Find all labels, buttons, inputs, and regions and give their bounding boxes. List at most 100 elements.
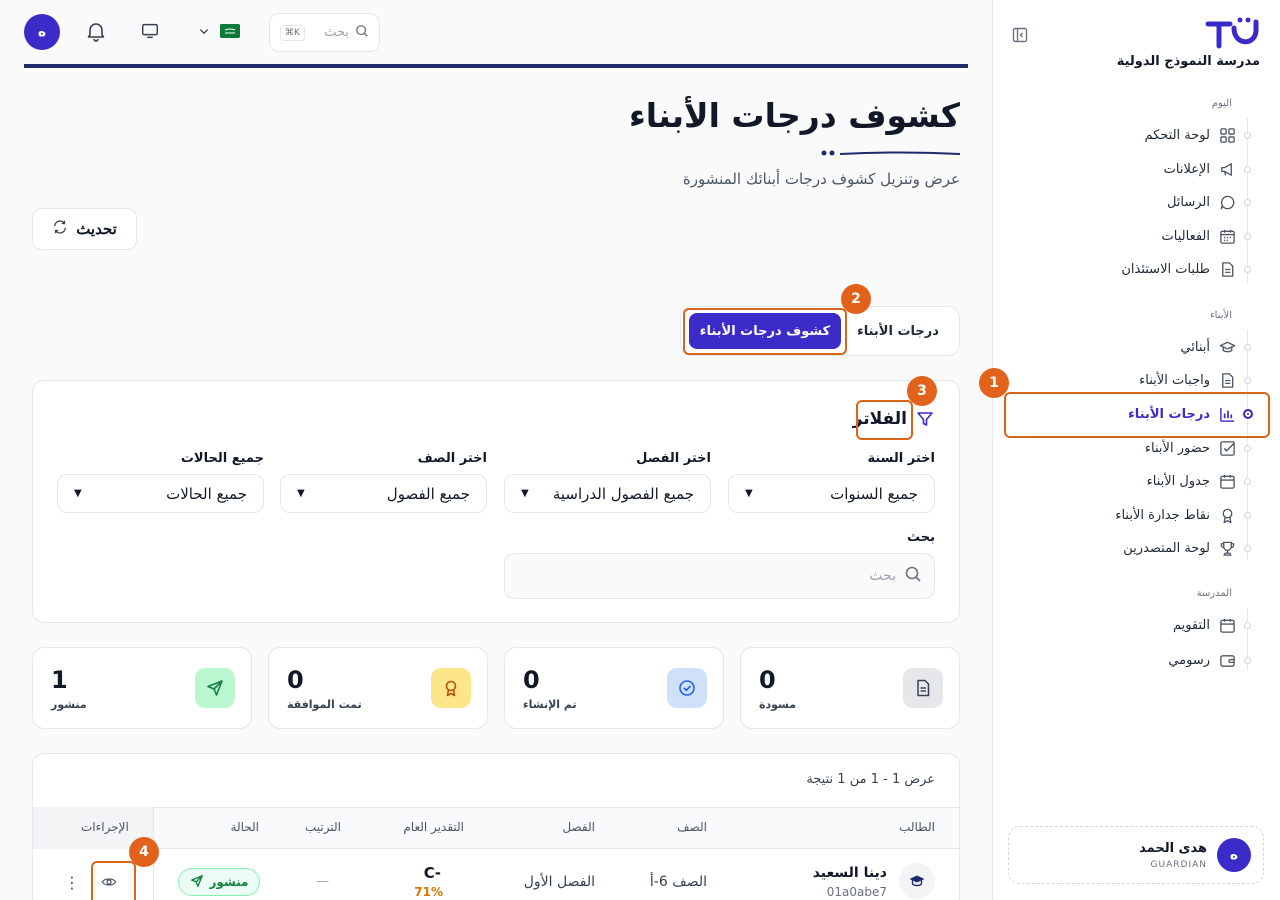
sidebar-item-permissions[interactable]: طلبات الاستئذان (1121, 256, 1236, 282)
sidebar-item-schedule[interactable]: جدول الأبناء (1147, 468, 1236, 494)
sidebar-dot (1244, 445, 1251, 452)
sidebar-item-label: حضور الأبناء (1144, 440, 1210, 456)
status-select-value: جميع الحالات (166, 484, 247, 503)
sidebar-item-events[interactable]: الفعاليات (1162, 223, 1236, 249)
class-select-value: جميع الفصول (386, 484, 470, 503)
filters-heading: الفلاتر (853, 409, 935, 429)
sidebar-item-label: طلبات الاستئذان (1121, 261, 1210, 277)
annotation-badge-2: 2 (841, 284, 871, 314)
sidebar-collapse-icon[interactable] (1011, 26, 1029, 44)
refresh-label: تحديث (76, 221, 117, 238)
stat-value: 1 (51, 666, 68, 694)
chevron-down-icon[interactable] (193, 20, 215, 42)
student-avatar (899, 863, 935, 899)
annotation-badge-3: 3 (907, 376, 937, 406)
sidebar-dot (1244, 622, 1251, 629)
sidebar-item-label: الرسائل (1166, 194, 1210, 210)
status-select[interactable]: جميع الحالات ▼ (57, 474, 264, 513)
col-term: الفصل (562, 820, 595, 834)
stat-value: 0 (759, 666, 776, 694)
filters-title: الفلاتر (852, 409, 907, 429)
sidebar-dot (1244, 512, 1251, 519)
sidebar-item-grades[interactable]: درجات الأبناء (1128, 401, 1236, 427)
report-cards-table: عرض 1 - 1 من 1 نتيجة الطالب الصف الفصل ا… (32, 753, 960, 900)
sidebar-item-my-children[interactable]: أبنائي (1180, 334, 1236, 360)
megaphone-icon (1218, 160, 1236, 178)
document-icon (1218, 371, 1236, 389)
overall-percent: 71% (414, 885, 443, 899)
sidebar-dot (1244, 233, 1251, 240)
filter-search-input[interactable]: بحث (504, 553, 935, 599)
sidebar-item-dashboard[interactable]: لوحة التحكم (1144, 122, 1236, 148)
sidebar-item-label: أبنائي (1180, 339, 1210, 355)
sidebar-dot (1244, 199, 1251, 206)
sidebar-item-merit[interactable]: نقاط جدارة الأبناء (1115, 502, 1236, 528)
term-select[interactable]: جميع الفصول الدراسية ▼ (504, 474, 711, 513)
sidebar-dot (1244, 545, 1251, 552)
filters-card: الفلاتر اختر السنة جميع السنوات ▼ اختر ا… (32, 380, 960, 623)
sidebar-item-calendar[interactable]: التقويم (1173, 612, 1236, 638)
tab-grades[interactable]: درجات الأبناء (847, 313, 949, 349)
sidebar-dot (1244, 132, 1251, 139)
year-select[interactable]: جميع السنوات ▼ (728, 474, 935, 513)
trophy-icon (1218, 539, 1236, 557)
wallet-icon (1218, 651, 1236, 669)
stat-label: تم الإنشاء (523, 698, 577, 711)
chevron-down-icon: ▼ (521, 488, 529, 499)
status-text: منشور (209, 875, 249, 889)
chevron-down-icon: ▼ (74, 488, 82, 499)
saudi-flag-icon[interactable] (220, 24, 240, 38)
year-label: اختر السنة (867, 451, 935, 466)
search-icon (355, 24, 369, 42)
tab-report-cards[interactable]: كشوف درجات الأبناء (689, 313, 841, 349)
sidebar-item-label: الفعاليات (1161, 228, 1210, 244)
filter-icon (915, 409, 935, 429)
sidebar-item-homework[interactable]: واجبات الأبناء (1139, 367, 1236, 393)
sidebar-item-announcements[interactable]: الإعلانات (1164, 156, 1236, 182)
user-avatar: ه (1217, 838, 1251, 872)
sidebar-dot (1244, 377, 1251, 384)
calendar-grid-icon (1218, 227, 1236, 245)
stat-label: تمت الموافقة (287, 698, 362, 711)
view-eye-icon[interactable] (97, 870, 121, 894)
col-rank: الترتيب (305, 820, 341, 834)
sidebar-item-label: رسومي (1168, 652, 1210, 668)
refresh-button[interactable]: تحديث (32, 208, 137, 250)
sidebar-item-label: واجبات الأبناء (1139, 372, 1210, 388)
user-role: GUARDIAN (1150, 859, 1207, 870)
sidebar-item-attendance[interactable]: حضور الأبناء (1145, 435, 1236, 461)
sidebar-item-leaderboard[interactable]: لوحة المتصدرين (1123, 535, 1236, 561)
more-options-icon[interactable]: ⋮ (64, 870, 80, 894)
sidebar-item-messages[interactable]: الرسائل (1167, 189, 1236, 215)
sidebar-item-label: درجات الأبناء (1128, 406, 1210, 422)
status-label: جميع الحالات (180, 451, 264, 466)
monitor-icon[interactable] (139, 20, 161, 42)
sidebar-section-children: الأبناء (1209, 310, 1232, 321)
col-status: الحالة (230, 820, 259, 834)
user-profile-card[interactable]: ه هدى الحمد GUARDIAN (1008, 826, 1264, 884)
sidebar-item-label: التقويم (1172, 617, 1210, 633)
term-label: اختر الفصل (636, 451, 711, 466)
annotation-badge-1: 1 (979, 368, 1009, 398)
award-icon (431, 668, 471, 708)
bell-icon[interactable] (85, 20, 107, 42)
sidebar-item-label: لوحة التحكم (1144, 127, 1210, 143)
school-name: مدرسة النموذج الدولية (1116, 54, 1260, 69)
student-name[interactable]: دينا السعيد (813, 865, 887, 881)
sidebar-section-school: المدرسة (1196, 588, 1232, 599)
student-id: 01a0abe7 (826, 885, 887, 899)
page-subtitle: عرض وتنزيل كشوف درجات أبنائك المنشورة (682, 170, 960, 188)
search-label: بحث (906, 530, 935, 545)
class-label: اختر الصف (417, 451, 487, 466)
top-search-box[interactable]: بحث K⌘ (269, 13, 380, 52)
class-select[interactable]: جميع الفصول ▼ (280, 474, 487, 513)
document-icon (1218, 260, 1236, 278)
page-title: كشوف درجات الأبناء (628, 96, 960, 135)
stat-label: مسودة (759, 698, 797, 711)
student-term: الفصل الأول (523, 874, 595, 890)
sidebar-item-label: لوحة المتصدرين (1123, 540, 1210, 556)
top-avatar[interactable]: ه (24, 14, 60, 50)
sidebar-dot (1244, 344, 1251, 351)
document-icon (903, 668, 943, 708)
sidebar-item-fees[interactable]: رسومي (1168, 647, 1236, 673)
